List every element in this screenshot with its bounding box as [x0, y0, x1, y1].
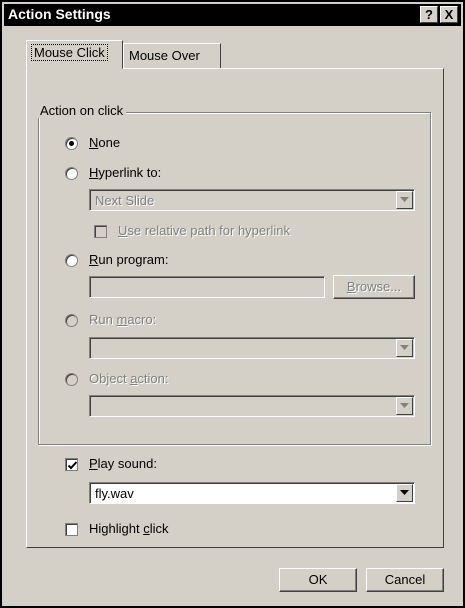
run-macro-dropdown-arrow[interactable] — [396, 339, 413, 357]
object-action-label-mnemonic: a — [130, 371, 138, 386]
title-bar: Action Settings ? X — [4, 4, 461, 26]
highlight-click-checkbox[interactable] — [65, 523, 78, 536]
group-legend: Action on click — [37, 103, 127, 118]
relative-path-label-mnemonic: U — [118, 223, 128, 238]
ok-button[interactable]: OK — [279, 568, 357, 592]
hyperlink-value: Next Slide — [95, 193, 155, 208]
object-action-dropdown-arrow[interactable] — [396, 397, 413, 415]
run-macro-label-mnemonic: m — [116, 312, 128, 327]
dialog-title: Action Settings — [8, 6, 111, 22]
tab-mouse-click[interactable]: Mouse Click — [26, 40, 123, 69]
hyperlink-radio[interactable] — [65, 167, 78, 180]
help-button[interactable]: ? — [420, 6, 438, 23]
tab-mouse-over-label: Mouse Over — [129, 48, 200, 63]
none-label-mnemonic: N — [89, 135, 99, 150]
browse-button[interactable]: Browse... — [333, 275, 415, 299]
radio-selected-dot — [69, 141, 74, 146]
relative-path-checkbox[interactable] — [94, 225, 107, 238]
run-program-label: Run program: — [89, 252, 169, 267]
sound-dropdown[interactable]: fly.wav — [89, 482, 415, 504]
close-button[interactable]: X — [440, 6, 458, 23]
run-macro-radio[interactable] — [65, 314, 78, 327]
sound-dropdown-arrow[interactable] — [396, 484, 413, 502]
none-label: None — [89, 135, 121, 150]
play-sound-label-mnemonic: P — [89, 456, 98, 471]
run-program-radio[interactable] — [65, 254, 78, 267]
play-sound-checkbox[interactable] — [65, 458, 78, 471]
run-macro-label: Run macro: — [89, 312, 157, 327]
none-radio[interactable] — [65, 137, 78, 150]
play-sound-label: Play sound: — [89, 456, 157, 471]
object-action-dropdown[interactable] — [89, 395, 415, 417]
cancel-button[interactable]: Cancel — [366, 568, 444, 592]
object-action-radio[interactable] — [65, 373, 78, 386]
run-program-label-mnemonic: R — [89, 252, 99, 267]
browse-button-mnemonic: B — [346, 279, 356, 294]
highlight-click-label: Highlight click — [89, 521, 169, 536]
object-action-label: Object action: — [89, 371, 169, 386]
relative-path-label: Use relative path for hyperlink — [118, 223, 290, 238]
run-macro-dropdown[interactable] — [89, 337, 415, 359]
tab-mouse-over[interactable]: Mouse Over — [123, 43, 221, 69]
hyperlink-label-mnemonic: H — [89, 165, 99, 180]
hyperlink-dropdown-arrow[interactable] — [396, 191, 413, 209]
run-program-input[interactable] — [89, 276, 325, 298]
tab-mouse-click-label: Mouse Click — [31, 44, 108, 61]
highlight-click-label-mnemonic: c — [143, 521, 150, 536]
sound-value: fly.wav — [95, 486, 134, 501]
checkmark-icon — [67, 461, 78, 470]
hyperlink-dropdown[interactable]: Next Slide — [89, 189, 415, 211]
hyperlink-label: Hyperlink to: — [89, 165, 162, 180]
action-settings-dialog: Action Settings ? X Mouse Click Mouse Ov… — [0, 0, 465, 608]
